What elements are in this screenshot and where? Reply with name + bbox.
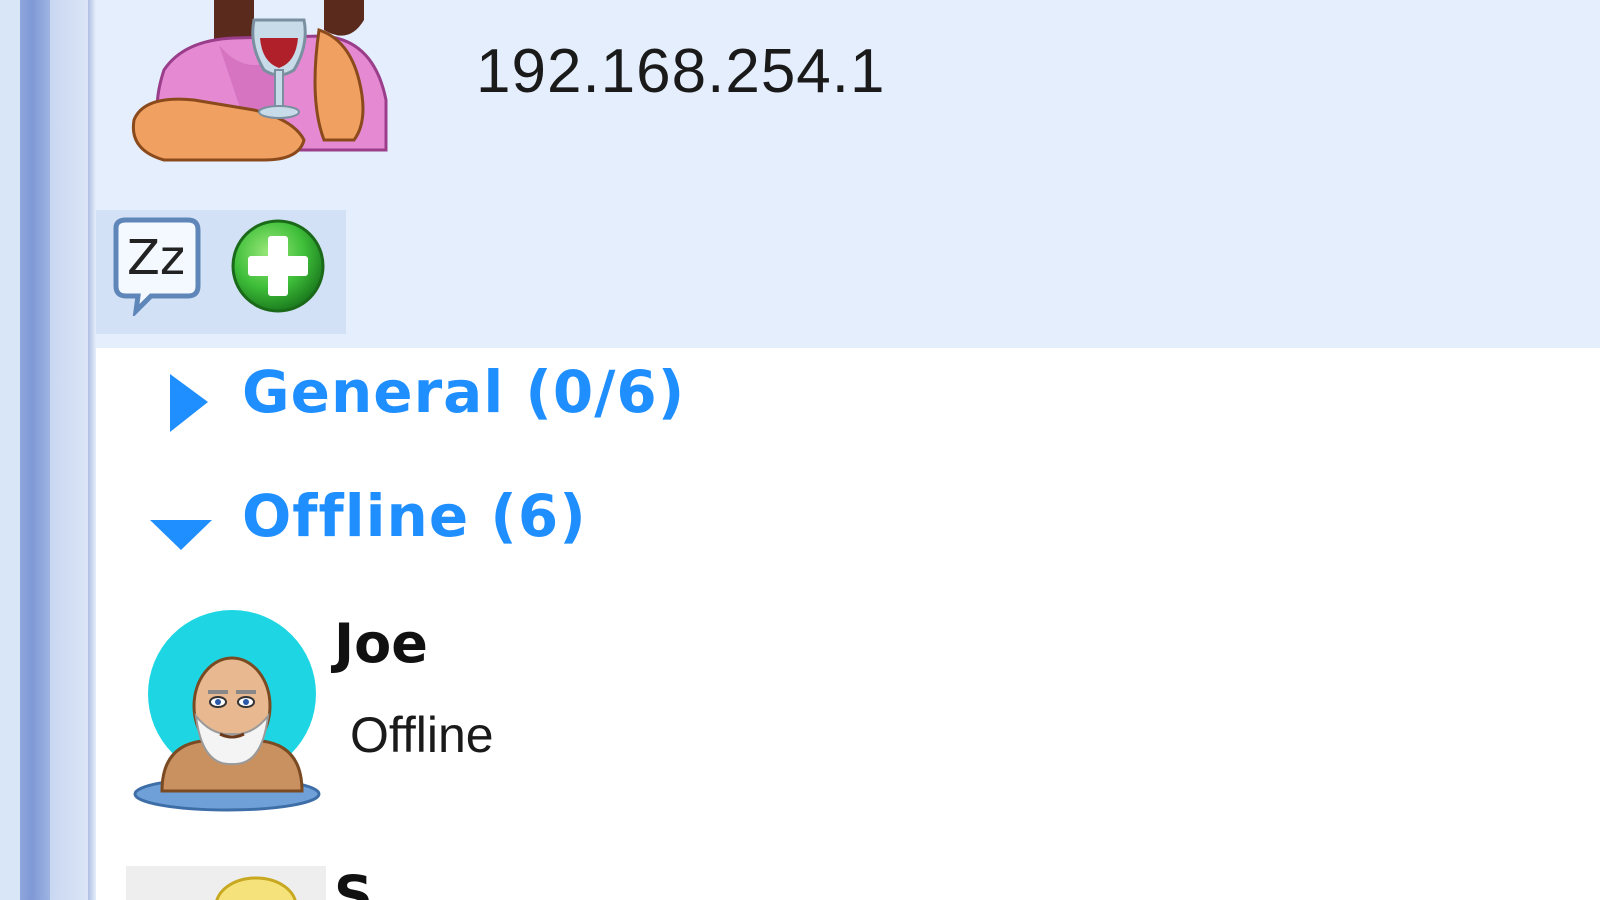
chevron-down-icon [150,520,212,550]
border-edge [88,0,96,900]
yellow-avatar-icon [126,866,326,900]
green-plus-icon[interactable] [228,216,328,316]
border-bar [20,0,50,900]
status-toolbar: Zz [96,210,346,334]
group-label: Offline (6) [242,482,587,550]
away-label: Zz [127,230,185,286]
contact-item[interactable]: Joe Offline [96,600,1600,830]
group-offline[interactable]: Offline (6) [96,472,996,572]
border-bar-light [50,0,88,900]
chevron-right-icon [170,374,208,432]
group-label: General (0/6) [242,358,686,426]
contact-list: General (0/6) Offline (6) Joe Offline S [96,348,1600,900]
contact-item[interactable]: S [96,856,1600,900]
my-ip-address: 192.168.254.1 [476,37,886,106]
messenger-window: 192.168.254.1 Zz General (0/6) Offline (… [0,0,1600,900]
contact-name: S [334,864,373,900]
group-general[interactable]: General (0/6) [96,348,996,448]
contact-name: Joe [334,612,428,675]
sleep-zz-icon[interactable]: Zz [106,216,206,316]
window-left-border [0,0,96,900]
my-avatar-icon[interactable] [124,0,394,165]
my-profile-header: 192.168.254.1 Zz [96,0,1600,348]
contact-status: Offline [350,707,494,763]
old-man-avatar-icon [133,610,321,812]
